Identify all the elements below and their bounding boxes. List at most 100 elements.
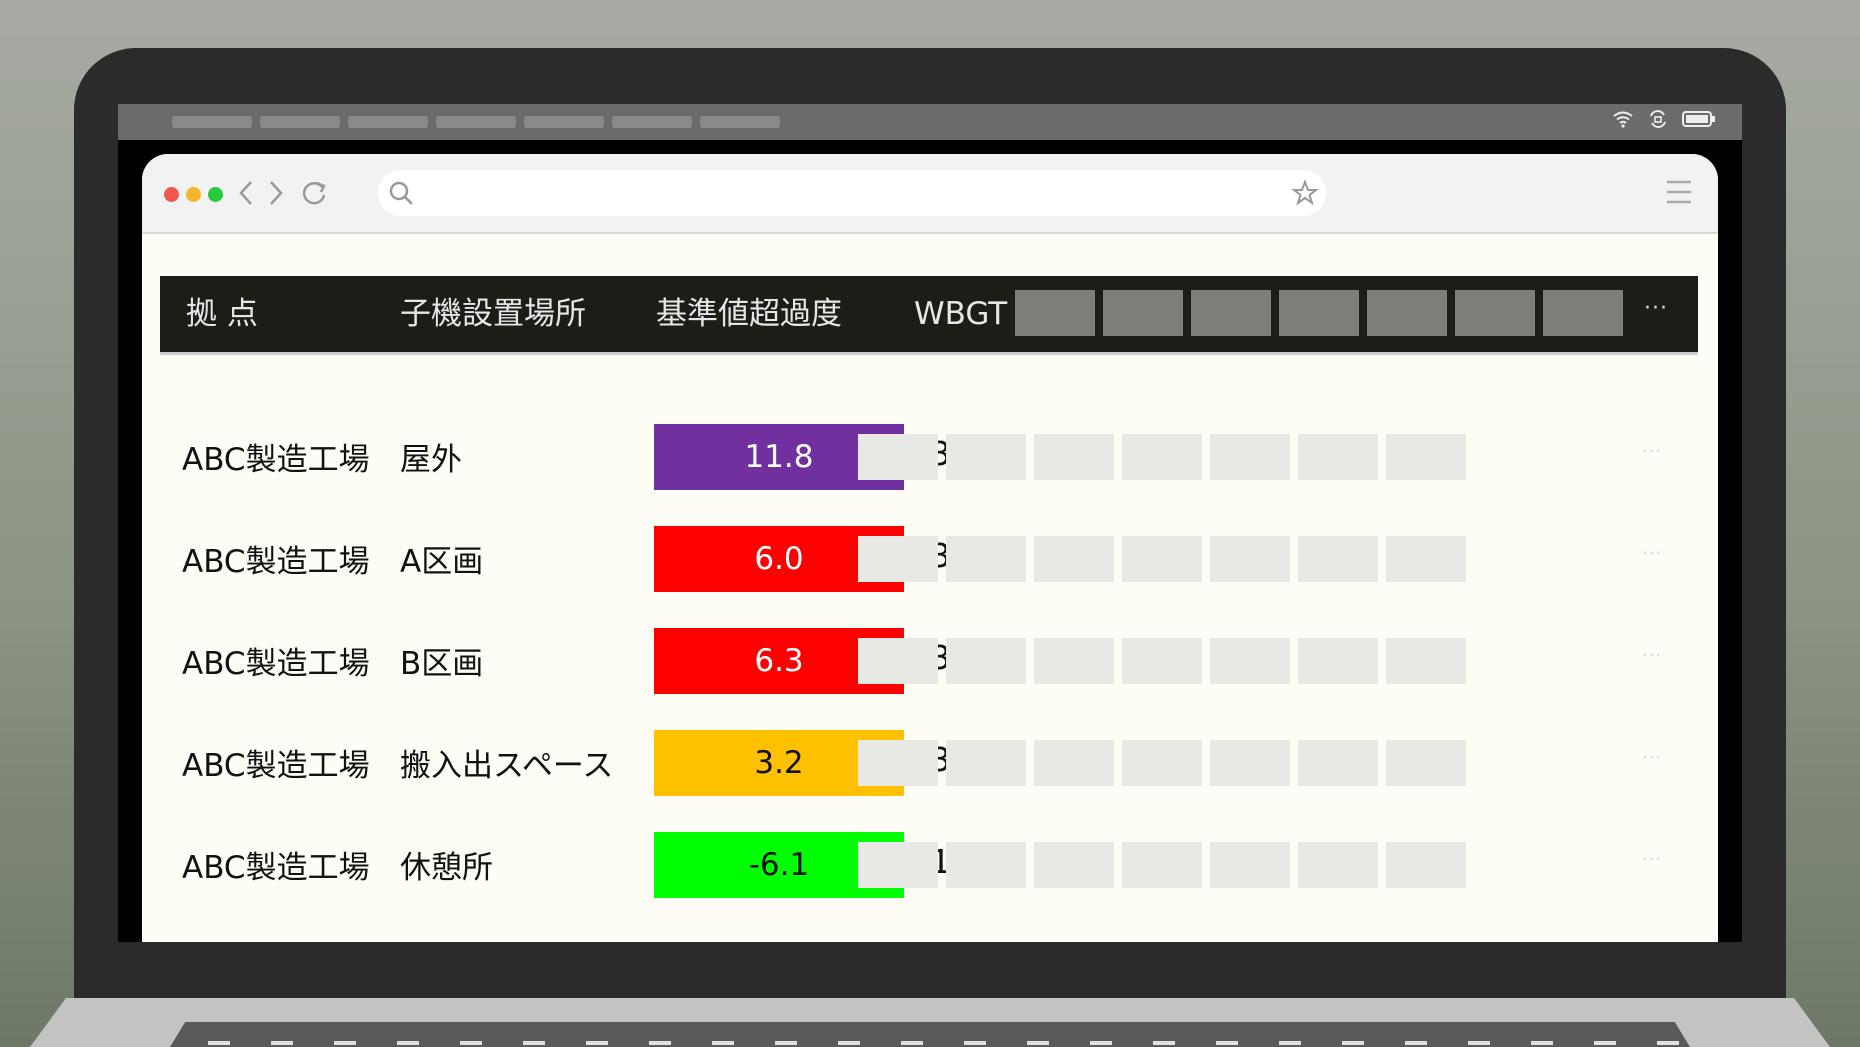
cell-placeholder <box>1210 536 1290 582</box>
os-menu-item[interactable] <box>260 116 340 128</box>
cell-site: ABC製造工場 <box>182 850 370 886</box>
cell-placeholder <box>1386 536 1466 582</box>
cell-placeholder <box>1210 740 1290 786</box>
keyboard-key <box>964 1041 986 1045</box>
os-menu-item[interactable] <box>436 116 516 128</box>
header-column-placeholder <box>1279 290 1359 336</box>
cell-placeholder <box>946 740 1026 786</box>
table-row[interactable]: ABC製造工場B区画6.331.3··· <box>142 628 1718 694</box>
keyboard-key <box>586 1041 608 1045</box>
chevron-right-icon[interactable] <box>268 178 284 208</box>
table-row[interactable]: ABC製造工場搬入出スペース3.231.2··· <box>142 730 1718 796</box>
browser-toolbar <box>142 154 1718 234</box>
keyboard-key <box>1342 1041 1364 1045</box>
maximize-window-button[interactable] <box>208 187 223 202</box>
cell-placeholder <box>1210 434 1290 480</box>
os-menu-item[interactable] <box>524 116 604 128</box>
row-more[interactable]: ··· <box>1642 628 1662 684</box>
row-more[interactable]: ··· <box>1642 526 1662 582</box>
keyboard-key <box>1279 1041 1301 1045</box>
header-column-placeholder <box>1543 290 1623 336</box>
cell-location: 屋外 <box>400 442 462 478</box>
cell-placeholder <box>1386 740 1466 786</box>
cell-site: ABC製造工場 <box>182 748 370 784</box>
close-window-button[interactable] <box>164 187 179 202</box>
table-row[interactable]: ABC製造工場A区画6.031.0··· <box>142 526 1718 592</box>
hamburger-menu-icon[interactable] <box>1666 178 1692 206</box>
keyboard-key <box>775 1041 797 1045</box>
address-bar[interactable] <box>378 170 1326 216</box>
cell-placeholder <box>1210 638 1290 684</box>
cell-placeholder <box>1386 638 1466 684</box>
cell-placeholder <box>1298 842 1378 888</box>
keyboard-key <box>271 1041 293 1045</box>
minimize-window-button[interactable] <box>186 187 201 202</box>
cell-placeholder <box>858 740 938 786</box>
cell-placeholder <box>1034 842 1114 888</box>
cell-placeholder <box>1122 434 1202 480</box>
keyboard-key <box>1153 1041 1175 1045</box>
cell-placeholder <box>1034 638 1114 684</box>
keyboard-key <box>334 1041 356 1045</box>
row-more[interactable]: ··· <box>1642 832 1662 888</box>
header-column-placeholder <box>1015 290 1095 336</box>
os-menu-item[interactable] <box>612 116 692 128</box>
header-column-placeholder <box>1103 290 1183 336</box>
chevron-left-icon[interactable] <box>238 178 254 208</box>
cell-placeholder <box>1122 536 1202 582</box>
browser-window: 拠 点 子機設置場所 基準値超過度 WBGT ··· ABC製造工場 屋外 11.8… <box>142 154 1718 942</box>
keyboard-key <box>1090 1041 1112 1045</box>
os-status-area <box>1612 110 1716 128</box>
keyboard-key <box>1657 1041 1679 1045</box>
cell-placeholder <box>946 536 1026 582</box>
os-menu-item[interactable] <box>700 116 780 128</box>
cell-placeholder <box>1034 536 1114 582</box>
header-column-placeholder <box>1191 290 1271 336</box>
star-icon[interactable] <box>1292 180 1318 206</box>
cell-placeholder <box>1034 740 1114 786</box>
laptop-screen: 拠 点 子機設置場所 基準値超過度 WBGT ··· ABC製造工場 屋外 11.8… <box>118 104 1742 942</box>
keyboard-key <box>901 1041 923 1045</box>
cell-placeholder <box>1386 842 1466 888</box>
header-exceedance[interactable]: 基準値超過度 <box>656 276 842 352</box>
cell-site: ABC製造工場 <box>182 646 370 682</box>
os-menu-item[interactable] <box>172 116 252 128</box>
cell-placeholder <box>858 842 938 888</box>
cell-placeholder <box>1034 434 1114 480</box>
cell-placeholder <box>946 434 1026 480</box>
reload-icon[interactable] <box>302 178 328 208</box>
cell-placeholder <box>858 638 938 684</box>
battery-icon[interactable] <box>1682 110 1716 128</box>
keyboard-key <box>649 1041 671 1045</box>
table-header: 拠 点 子機設置場所 基準値超過度 WBGT ··· <box>160 276 1698 355</box>
cell-placeholder <box>946 842 1026 888</box>
cell-site: ABC製造工場 <box>182 442 370 478</box>
cell-location: 休憩所 <box>400 850 493 886</box>
header-column-placeholder <box>1455 290 1535 336</box>
search-icon <box>389 181 413 205</box>
wifi-icon[interactable] <box>1612 110 1634 128</box>
row-more[interactable]: ··· <box>1642 730 1662 786</box>
cell-placeholder <box>1122 740 1202 786</box>
keyboard-key <box>1405 1041 1427 1045</box>
keyboard-key <box>1027 1041 1049 1045</box>
cell-placeholder <box>858 536 938 582</box>
header-wbgt[interactable]: WBGT <box>914 276 1007 352</box>
os-menu-item[interactable] <box>348 116 428 128</box>
keyboard-key <box>1216 1041 1238 1045</box>
table-row[interactable]: ABC製造工場休憩所-6.118.9··· <box>142 832 1718 898</box>
row-more[interactable]: ··· <box>1642 424 1662 480</box>
keyboard-key <box>1531 1041 1553 1045</box>
keyboard-key <box>208 1041 230 1045</box>
header-location[interactable]: 子機設置場所 <box>400 276 586 352</box>
header-site[interactable]: 拠 点 <box>186 276 258 352</box>
cell-placeholder <box>1298 638 1378 684</box>
cell-placeholder <box>1298 434 1378 480</box>
sync-icon[interactable] <box>1648 110 1668 128</box>
cell-placeholder <box>858 434 938 480</box>
header-more-columns[interactable]: ··· <box>1644 276 1668 342</box>
table-row[interactable]: ABC製造工場屋外11.836.6··· <box>142 424 1718 490</box>
cell-location: A区画 <box>400 544 484 580</box>
keyboard-key <box>1594 1041 1616 1045</box>
keyboard-key <box>523 1041 545 1045</box>
